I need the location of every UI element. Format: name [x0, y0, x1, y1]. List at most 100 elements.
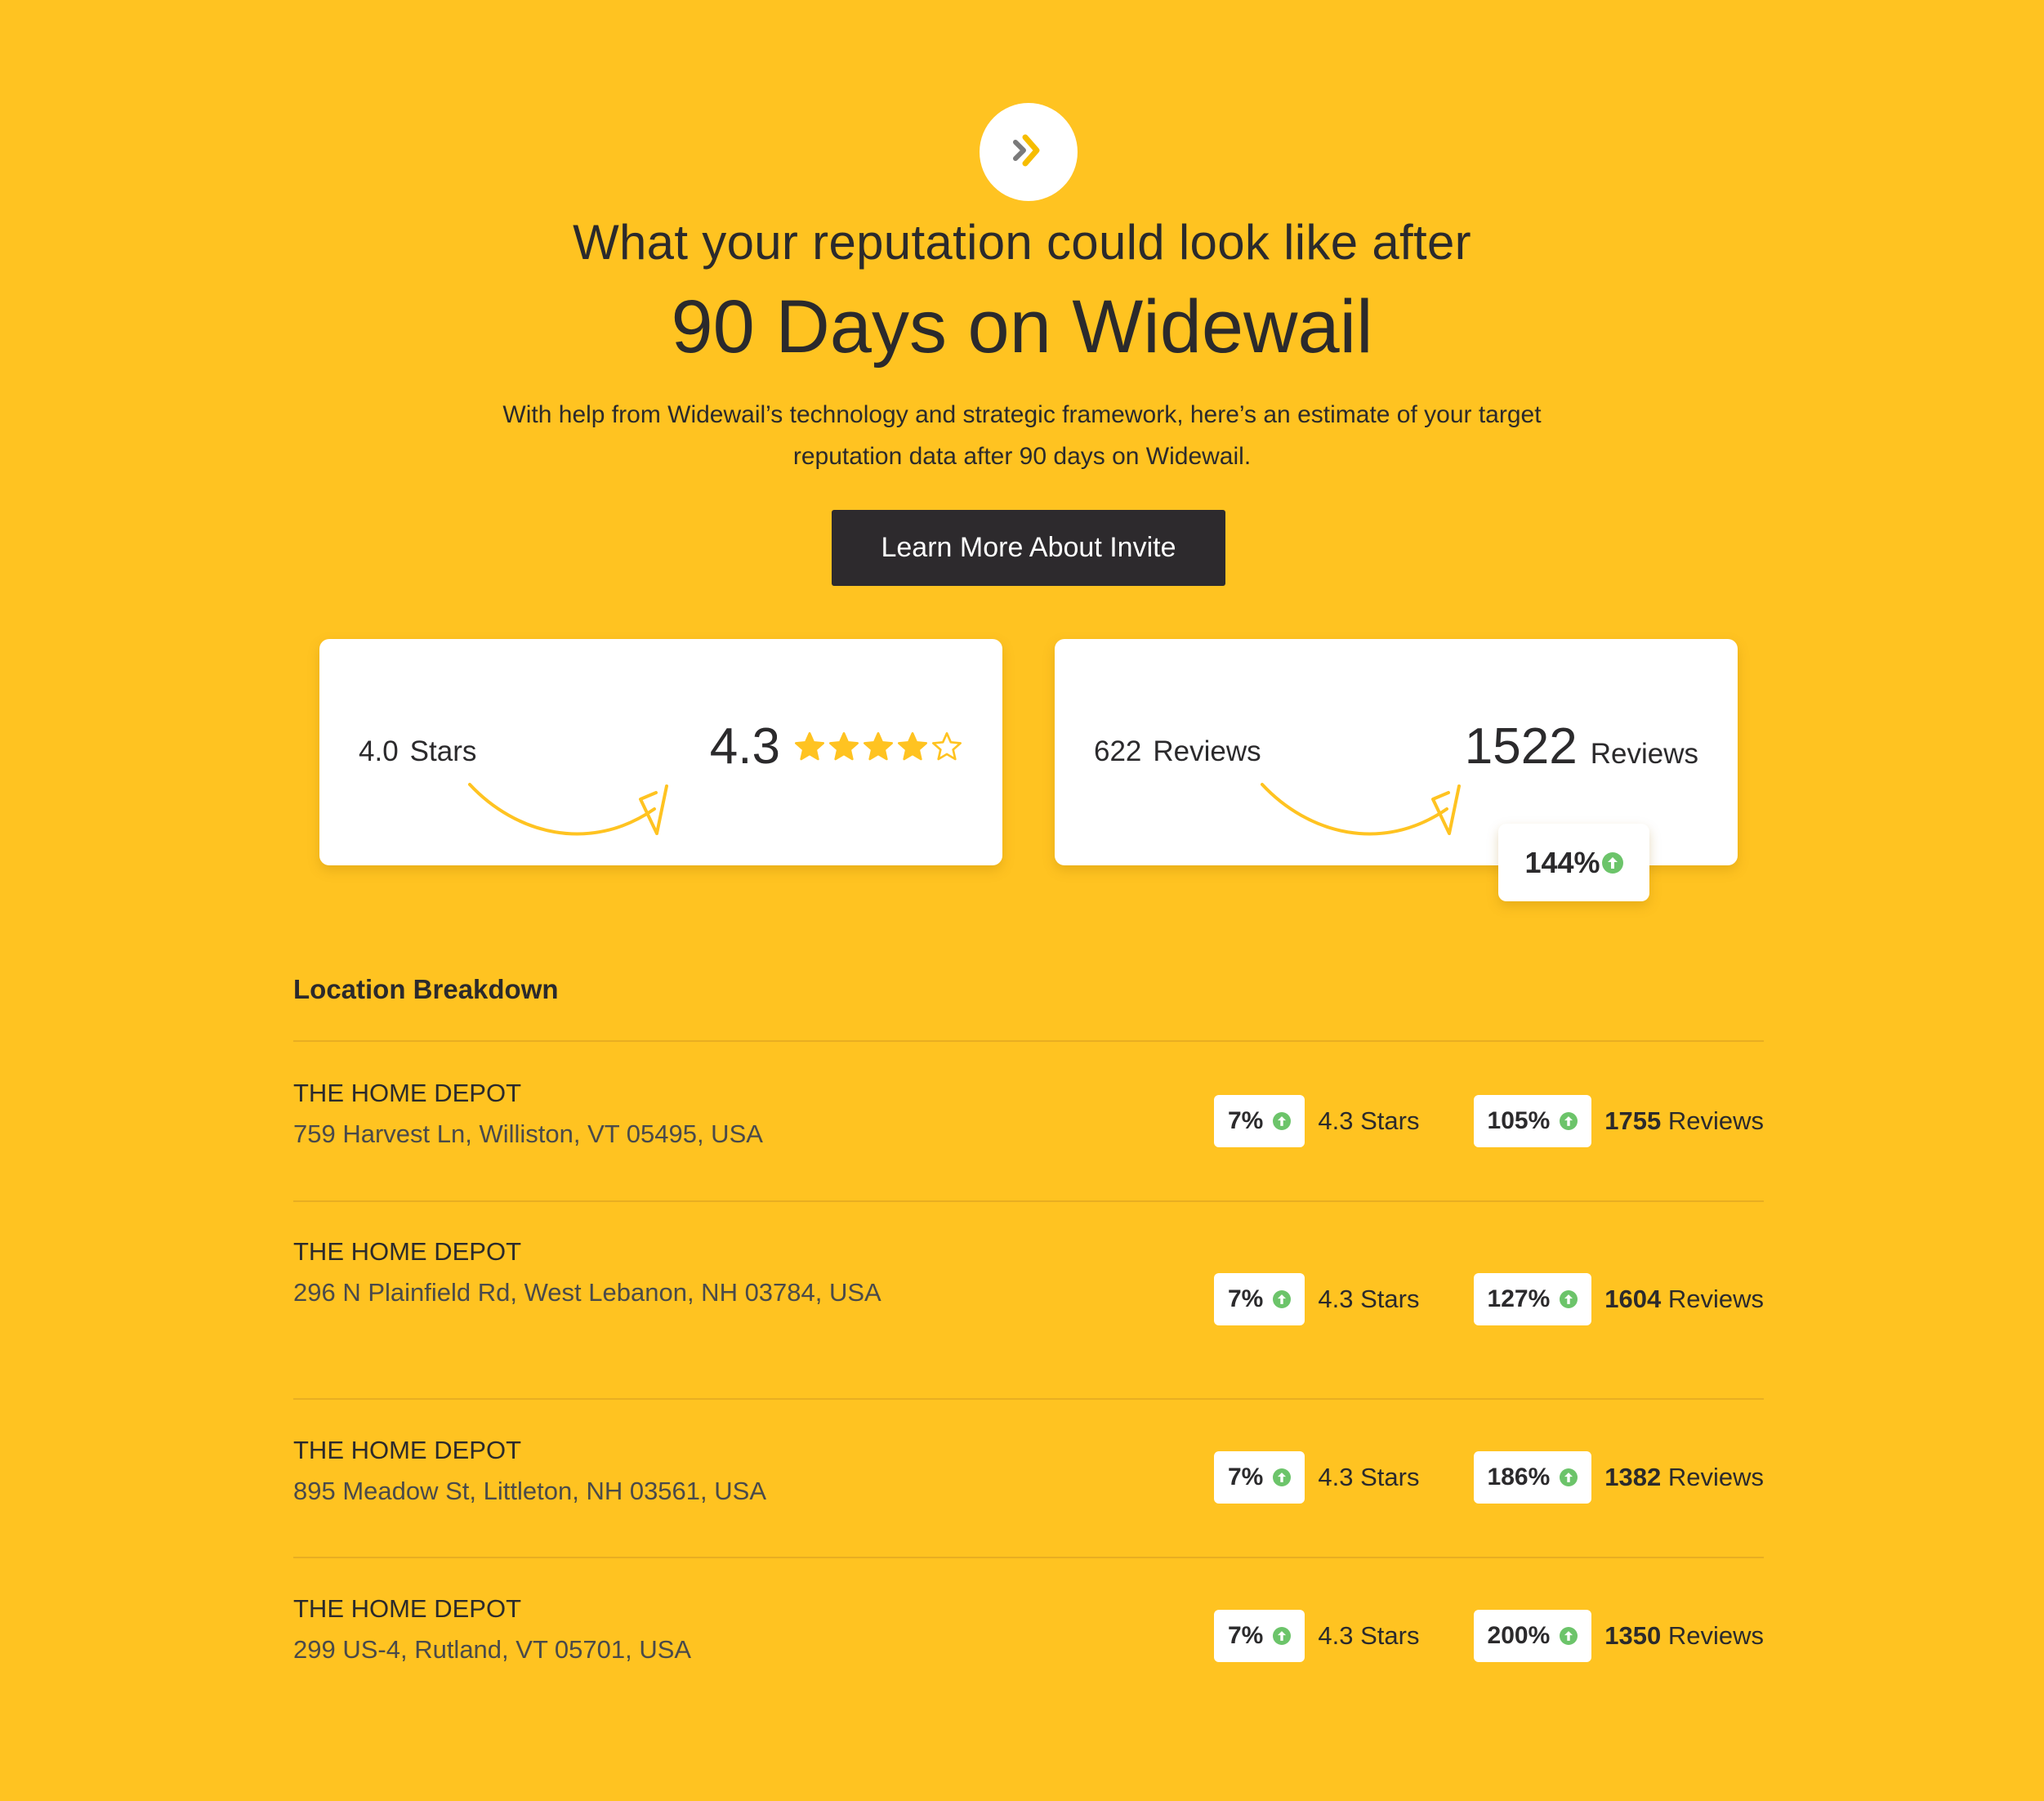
- divider: [293, 1398, 1764, 1400]
- reviews-number: 1382: [1604, 1463, 1662, 1491]
- learn-more-button[interactable]: Learn More About Invite: [832, 510, 1225, 586]
- divider: [293, 1040, 1764, 1042]
- rating-before-value: 4.0: [359, 735, 399, 767]
- rating-number: 4.3: [1318, 1621, 1354, 1650]
- rating-before-unit: Stars: [409, 735, 477, 767]
- reviews-metric: 200% 1350 Reviews: [1473, 1610, 1764, 1662]
- location-address: 895 Meadow St, Littleton, NH 03561, USA: [293, 1477, 766, 1505]
- reviews-change-badge: 105%: [1473, 1095, 1592, 1147]
- rating-value: 4.3 Stars: [1318, 1463, 1419, 1492]
- rating-value: 4.3 Stars: [1318, 1285, 1419, 1314]
- rating-change-value: 7%: [1228, 1622, 1264, 1649]
- arrow-up-circle-icon: [1273, 1627, 1292, 1645]
- arrow-up-circle-icon: [1273, 1290, 1292, 1308]
- star-filled-icon: [864, 731, 893, 760]
- curved-arrow-icon: [468, 783, 668, 836]
- reviews-number: 1755: [1604, 1106, 1662, 1135]
- widewail-logo: [980, 103, 1078, 201]
- headline-main: 90 Days on Widewail: [671, 285, 1373, 369]
- reviews-value: 1350 Reviews: [1604, 1621, 1764, 1651]
- rating-change-badge: 7%: [1214, 1273, 1305, 1325]
- reviews-change-value: 186%: [1487, 1464, 1551, 1490]
- arrow-up-circle-icon: [1601, 851, 1623, 874]
- rating-number: 4.3: [1318, 1285, 1354, 1313]
- reviews-change-badge: 200%: [1473, 1610, 1592, 1662]
- hero-description-line-1: With help from Widewail’s technology and…: [502, 401, 1542, 428]
- hero-description-line-2: reputation data after 90 days on Widewai…: [792, 443, 1252, 470]
- rating-after-value: 4.3: [709, 718, 780, 775]
- arrow-up-circle-icon: [1560, 1112, 1578, 1130]
- arrow-up-circle-icon: [1273, 1468, 1292, 1486]
- rating-metric: 7% 4.3 Stars: [1214, 1610, 1419, 1662]
- rating-after: 4.3: [710, 717, 963, 775]
- reviews-value: 1382 Reviews: [1604, 1463, 1764, 1492]
- arrow-up-circle-icon: [1560, 1468, 1578, 1486]
- star-rating: [793, 731, 963, 763]
- reviews-unit: Reviews: [1667, 1621, 1764, 1650]
- location-address: 759 Harvest Ln, Williston, VT 05495, USA: [293, 1119, 763, 1148]
- reviews-after-unit: Reviews: [1590, 738, 1698, 770]
- reviews-metric: 105% 1755 Reviews: [1473, 1095, 1764, 1147]
- location-breakdown-title: Location Breakdown: [293, 974, 559, 1004]
- hero-description: With help from Widewail’s technology and…: [450, 394, 1594, 477]
- location-name: THE HOME DEPOT: [293, 1079, 522, 1107]
- location-name: THE HOME DEPOT: [293, 1237, 522, 1266]
- rating-change-badge: 7%: [1214, 1095, 1305, 1147]
- rating-change-value: 7%: [1228, 1285, 1264, 1312]
- reviews-change-value: 105%: [1487, 1107, 1551, 1134]
- reviews-before: 622 Reviews: [1094, 735, 1261, 768]
- reviews-change-value: 144%: [1524, 845, 1600, 879]
- reviews-value: 1604 Reviews: [1604, 1285, 1764, 1314]
- location-address: 299 US-4, Rutland, VT 05701, USA: [293, 1635, 692, 1664]
- reviews-change-value: 200%: [1487, 1622, 1551, 1649]
- star-empty-icon: [932, 731, 962, 760]
- reviews-unit: Reviews: [1667, 1106, 1764, 1135]
- rating-metric: 7% 4.3 Stars: [1214, 1095, 1419, 1147]
- reviews-number: 1350: [1604, 1621, 1662, 1650]
- star-filled-icon: [898, 731, 927, 760]
- location-address: 296 N Plainfield Rd, West Lebanon, NH 03…: [293, 1278, 881, 1307]
- reviews-number: 1604: [1604, 1285, 1662, 1313]
- reviews-unit: Reviews: [1667, 1285, 1764, 1313]
- location-name: THE HOME DEPOT: [293, 1436, 522, 1464]
- divider: [293, 1200, 1764, 1202]
- reviews-change-badge: 144%: [1498, 824, 1649, 901]
- star-filled-icon: [829, 731, 859, 760]
- rating-metric: 7% 4.3 Stars: [1214, 1273, 1419, 1325]
- rating-unit: Stars: [1360, 1106, 1420, 1135]
- rating-value: 4.3 Stars: [1318, 1106, 1419, 1136]
- rating-number: 4.3: [1318, 1106, 1354, 1135]
- rating-metric: 7% 4.3 Stars: [1214, 1451, 1419, 1504]
- reviews-metric: 186% 1382 Reviews: [1473, 1451, 1764, 1504]
- rating-change-value: 7%: [1228, 1107, 1264, 1134]
- reviews-unit: Reviews: [1667, 1463, 1764, 1491]
- rating-change-value: 7%: [1228, 1464, 1264, 1490]
- rating-summary-card: 4.0 Stars 4.3: [319, 639, 1002, 865]
- reviews-after-value: 1522: [1464, 718, 1578, 775]
- rating-value: 4.3 Stars: [1318, 1621, 1419, 1651]
- reviews-change-value: 127%: [1487, 1285, 1551, 1312]
- curved-arrow-icon: [1261, 783, 1461, 836]
- reviews-before-unit: Reviews: [1153, 735, 1261, 767]
- rating-unit: Stars: [1360, 1463, 1420, 1491]
- reviews-value: 1755 Reviews: [1604, 1106, 1764, 1136]
- rating-change-badge: 7%: [1214, 1610, 1305, 1662]
- reviews-before-value: 622: [1094, 735, 1142, 767]
- location-name: THE HOME DEPOT: [293, 1594, 522, 1623]
- arrow-up-circle-icon: [1273, 1112, 1292, 1130]
- rating-unit: Stars: [1360, 1285, 1420, 1313]
- reviews-metric: 127% 1604 Reviews: [1473, 1273, 1764, 1325]
- reviews-change-badge: 186%: [1473, 1451, 1592, 1504]
- arrow-up-circle-icon: [1560, 1290, 1578, 1308]
- divider: [293, 1557, 1764, 1558]
- rating-change-badge: 7%: [1214, 1451, 1305, 1504]
- reviews-after: 1522 Reviews: [1465, 717, 1698, 775]
- rating-unit: Stars: [1360, 1621, 1420, 1650]
- double-chevron-right-icon: [1013, 134, 1040, 167]
- rating-before: 4.0 Stars: [359, 735, 476, 768]
- arrow-up-circle-icon: [1560, 1627, 1578, 1645]
- rating-number: 4.3: [1318, 1463, 1354, 1491]
- reviews-change-badge: 127%: [1473, 1273, 1592, 1325]
- headline-intro: What your reputation could look like aft…: [573, 215, 1471, 270]
- star-filled-icon: [795, 731, 824, 760]
